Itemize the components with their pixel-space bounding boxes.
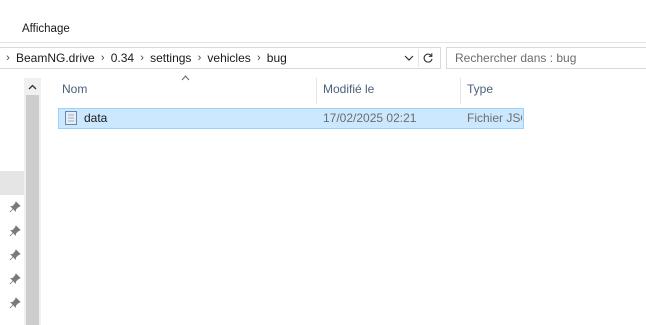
refresh-button[interactable] (418, 49, 437, 67)
sort-ascending-icon (181, 75, 190, 81)
chevron-right-icon[interactable]: › (251, 52, 267, 64)
chevron-right-icon[interactable]: › (0, 52, 16, 64)
scroll-up-button[interactable] (24, 78, 41, 95)
file-type: Fichier JSON (467, 111, 522, 125)
pin-icon[interactable] (9, 297, 21, 309)
column-divider[interactable] (460, 78, 461, 104)
pin-icon[interactable] (9, 201, 21, 213)
breadcrumb-item[interactable]: 0.34 (111, 51, 134, 65)
address-bar[interactable]: › BeamNG.drive › 0.34 › settings › vehic… (0, 47, 441, 69)
chevron-right-icon[interactable]: › (191, 52, 207, 64)
breadcrumb-item[interactable]: vehicles (207, 51, 250, 65)
pin-icon[interactable] (9, 249, 21, 261)
pin-icon[interactable] (9, 225, 21, 237)
breadcrumb: › BeamNG.drive › 0.34 › settings › vehic… (0, 48, 287, 68)
navigation-pane (0, 78, 24, 325)
pin-icon[interactable] (9, 273, 21, 285)
ribbon-tab-view[interactable]: Affichage (22, 23, 70, 35)
chevron-right-icon[interactable]: › (95, 52, 111, 64)
chevron-up-icon (28, 84, 37, 89)
refresh-icon (423, 53, 433, 63)
column-divider[interactable] (316, 78, 317, 104)
column-header-modified[interactable]: Modifié le (323, 82, 374, 96)
column-header-name[interactable]: Nom (62, 82, 87, 96)
file-name[interactable]: data (84, 111, 107, 125)
file-row[interactable] (58, 108, 524, 129)
chevron-right-icon[interactable]: › (134, 52, 150, 64)
file-modified: 17/02/2025 02:21 (323, 111, 417, 125)
search-box[interactable] (446, 47, 646, 69)
nav-selected-item[interactable] (0, 171, 24, 195)
nav-scrollbar-thumb[interactable] (26, 95, 39, 325)
search-input[interactable] (455, 50, 640, 66)
column-header-type[interactable]: Type (467, 82, 493, 96)
ribbon: Affichage (0, 0, 646, 42)
json-file-icon (65, 111, 77, 125)
chevron-down-icon (404, 55, 414, 61)
breadcrumb-item[interactable]: bug (267, 51, 287, 65)
address-history-button[interactable] (402, 49, 416, 67)
breadcrumb-item[interactable]: settings (150, 51, 191, 65)
breadcrumb-item[interactable]: BeamNG.drive (16, 51, 95, 65)
ribbon-divider (0, 42, 646, 43)
